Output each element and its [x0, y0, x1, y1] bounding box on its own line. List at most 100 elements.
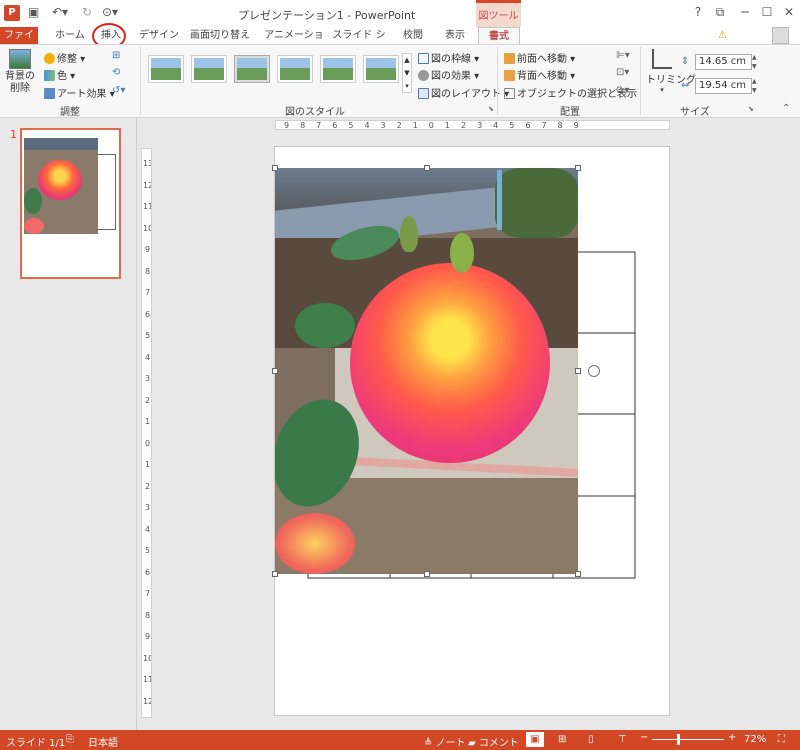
crop-icon: [652, 49, 672, 69]
color-label: 色: [57, 71, 67, 82]
zoom-slider-thumb[interactable]: [677, 734, 680, 745]
art-effects-button[interactable]: アート効果 ▾: [44, 85, 115, 100]
help-icon[interactable]: ?: [688, 5, 708, 19]
picture-style-4[interactable]: [277, 55, 313, 83]
tab-view[interactable]: 表示: [440, 27, 470, 44]
normal-view-icon[interactable]: ▣: [526, 732, 544, 747]
width-spinner[interactable]: ▲ ▼: [752, 77, 757, 95]
send-backward-label: 背面へ移動: [517, 71, 567, 82]
remove-background-icon: [9, 49, 31, 69]
minimize-icon[interactable]: ─: [735, 5, 755, 19]
change-picture-icon[interactable]: ⟲: [112, 67, 120, 78]
language-label[interactable]: 日本語: [88, 734, 118, 749]
bring-forward-label: 前面へ移動: [517, 54, 567, 65]
resize-handle[interactable]: [575, 368, 581, 374]
vertical-ruler: 13121110987654321012345678910111213: [141, 148, 152, 718]
send-backward-button[interactable]: 背面へ移動 ▾: [504, 67, 575, 82]
close-icon[interactable]: ✕: [779, 5, 799, 19]
arrange-group-label: 配置: [560, 107, 580, 118]
reset-picture-icon[interactable]: ↺▾: [112, 85, 125, 96]
tab-format[interactable]: 書式: [478, 27, 520, 45]
tab-design[interactable]: デザイン: [138, 27, 180, 44]
undo-icon[interactable]: ↶▾: [52, 5, 68, 19]
compress-pictures-icon[interactable]: ⊞: [112, 50, 120, 61]
dialog-launcher-icon[interactable]: ⬊: [488, 105, 494, 113]
picture-effects-button[interactable]: 図の効果 ▾: [418, 67, 479, 82]
slide-number: 1: [10, 128, 17, 141]
rose-photo[interactable]: [275, 168, 578, 574]
slide-counter: スライド 1/1: [6, 738, 66, 749]
redo-icon[interactable]: ↻: [82, 5, 92, 19]
styles-gallery-scroll[interactable]: ▲ ▼ ▾: [402, 53, 412, 93]
art-effects-icon: [44, 88, 55, 99]
warning-icon: ⚠: [718, 30, 727, 41]
status-bar: スライド 1/1 ⎘ 日本語 ≜ ノート ▰ コメント ▣ ⊞ ▯ ⊤ − + …: [0, 730, 800, 750]
resize-handle[interactable]: [424, 165, 430, 171]
group-icon[interactable]: ⊡▾: [616, 67, 629, 78]
notes-label: ノート: [435, 738, 466, 749]
user-avatar[interactable]: [772, 27, 789, 44]
corrections-button[interactable]: 修整 ▾: [44, 50, 85, 65]
picture-border-button[interactable]: 図の枠線 ▾: [418, 50, 479, 65]
rotate-icon[interactable]: ⟳▾: [616, 85, 629, 96]
save-icon[interactable]: ▣: [28, 5, 39, 19]
slide-thumbnail[interactable]: [20, 128, 121, 279]
remove-background-button[interactable]: 背景の 削除: [4, 49, 36, 95]
comments-label: コメント: [478, 738, 519, 749]
rotation-handle-icon[interactable]: [588, 365, 600, 377]
notes-button[interactable]: ≜ ノート: [424, 734, 466, 749]
resize-handle[interactable]: [575, 165, 581, 171]
picture-style-5[interactable]: [320, 55, 356, 83]
picture-style-2[interactable]: [191, 55, 227, 83]
resize-handle[interactable]: [575, 571, 581, 577]
slide-sorter-icon[interactable]: ⊞: [558, 734, 566, 745]
zoom-out-icon[interactable]: −: [640, 732, 648, 743]
resize-handle[interactable]: [424, 571, 430, 577]
tab-slideshow[interactable]: スライド ショー: [332, 27, 386, 58]
tab-animations[interactable]: アニメーション: [262, 27, 326, 58]
corrections-label: 修整: [57, 54, 77, 65]
picture-layout-button[interactable]: 図のレイアウト ▾: [418, 85, 509, 100]
resize-handle[interactable]: [272, 571, 278, 577]
fit-slide-icon[interactable]: ⛶: [778, 734, 785, 745]
width-field[interactable]: 19.54 cm: [695, 78, 752, 94]
remove-bg-label-2: 削除: [10, 83, 30, 94]
comments-button[interactable]: ▰ コメント: [468, 734, 519, 749]
remove-bg-label-1: 背景の: [5, 71, 35, 82]
color-button[interactable]: 色 ▾: [44, 67, 75, 82]
styles-group-label: 図のスタイル: [285, 107, 345, 118]
resize-handle[interactable]: [272, 368, 278, 374]
spelling-icon[interactable]: ⎘: [66, 734, 74, 745]
size-dialog-launcher-icon[interactable]: ⬊: [748, 105, 754, 113]
maximize-icon[interactable]: ☐: [757, 5, 777, 19]
picture-border-label: 図の枠線: [431, 54, 471, 65]
height-spinner[interactable]: ▲ ▼: [752, 53, 757, 71]
tab-file[interactable]: ファイル: [0, 27, 38, 58]
selection-pane-icon: [504, 88, 515, 99]
height-field[interactable]: 14.65 cm: [695, 54, 752, 70]
ribbon-display-icon[interactable]: ⧉: [710, 5, 730, 20]
zoom-level[interactable]: 72%: [744, 734, 766, 745]
zoom-in-icon[interactable]: +: [728, 732, 736, 743]
slides-panel: 1: [0, 118, 137, 730]
picture-style-3[interactable]: [234, 55, 270, 83]
sun-icon: [44, 53, 55, 64]
picture-style-6[interactable]: [363, 55, 399, 83]
align-icon[interactable]: ⊫▾: [616, 50, 630, 61]
tab-transitions[interactable]: 画面切り替え: [188, 27, 252, 44]
start-slideshow-icon[interactable]: ⊙▾: [102, 5, 118, 19]
tab-review[interactable]: 校閲: [398, 27, 428, 44]
bring-forward-button[interactable]: 前面へ移動 ▾: [504, 50, 575, 65]
slideshow-icon[interactable]: ⊤: [618, 734, 627, 745]
powerpoint-logo-icon: P: [4, 5, 20, 21]
tab-home[interactable]: ホーム: [50, 27, 90, 44]
picture-style-1[interactable]: [148, 55, 184, 83]
horizontal-ruler: 9876543210123456789: [275, 120, 670, 130]
notes-icon: ≜: [424, 738, 436, 749]
resize-handle[interactable]: [272, 165, 278, 171]
thumbnail-photo: [24, 138, 98, 234]
collapse-ribbon-icon[interactable]: ⌃: [782, 103, 790, 114]
crop-button[interactable]: トリミング ▾: [646, 49, 696, 94]
reading-view-icon[interactable]: ▯: [588, 734, 594, 745]
zoom-slider[interactable]: [652, 739, 724, 740]
